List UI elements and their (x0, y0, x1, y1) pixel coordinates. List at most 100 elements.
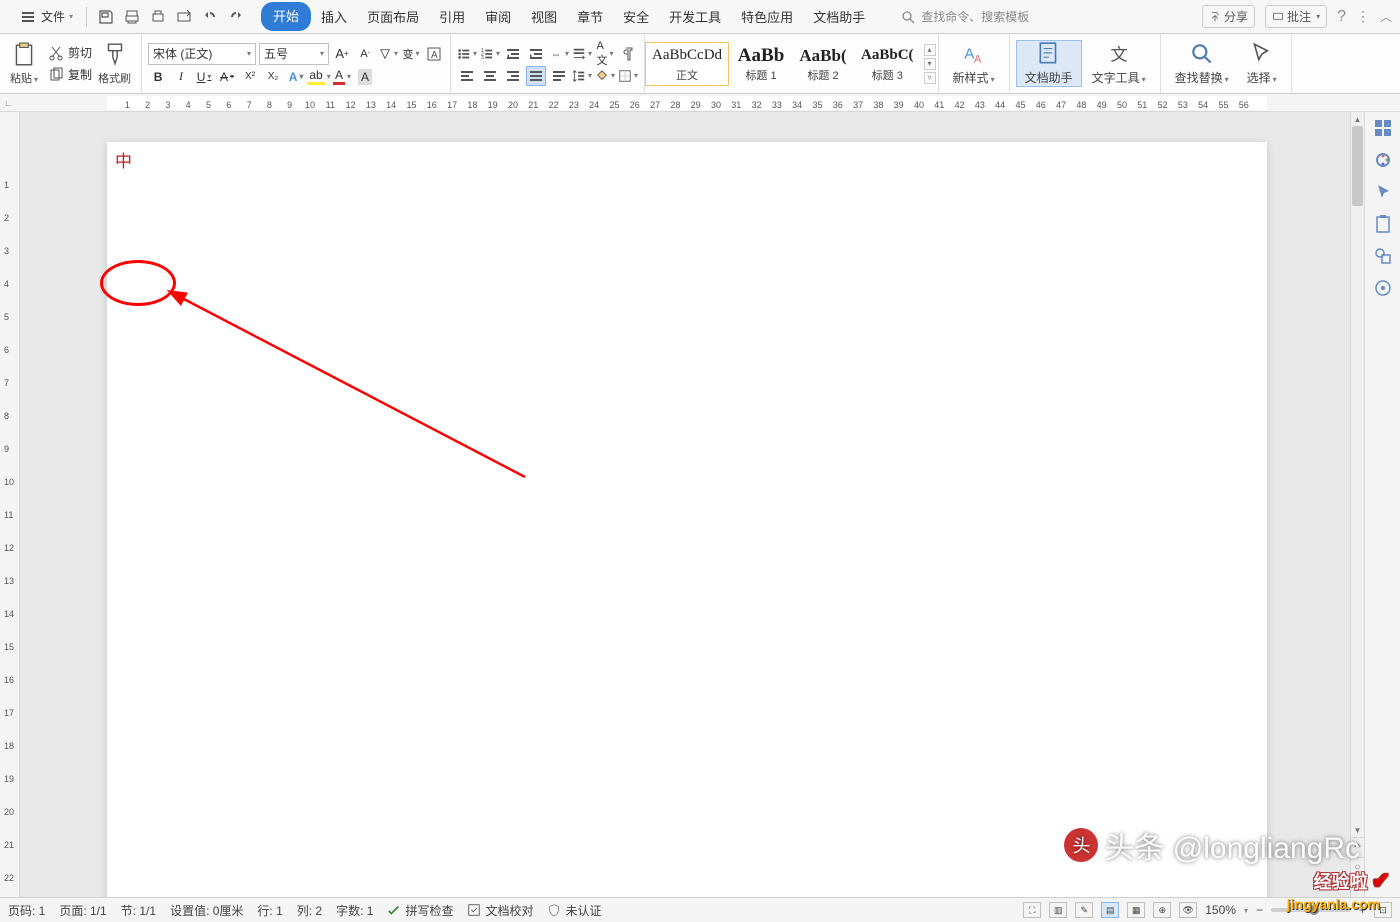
scroll-up-icon[interactable]: ▲ (1351, 112, 1364, 126)
status-pagecode[interactable]: 页码: 1 (8, 902, 45, 919)
superscript-icon[interactable]: X² (240, 67, 260, 87)
next-page-icon[interactable]: 🞃 (1351, 877, 1364, 897)
help-icon[interactable]: ? (1337, 8, 1346, 26)
annotate-button[interactable]: 批注 (1265, 5, 1327, 28)
shading-icon[interactable] (595, 66, 615, 86)
subscript-icon[interactable]: X₂ (263, 67, 283, 87)
style-h1[interactable]: AaBb标题 1 (731, 43, 791, 85)
font-color-icon[interactable]: A (332, 67, 352, 87)
status-wordcount[interactable]: 字数: 1 (336, 902, 373, 919)
align-distribute-icon[interactable] (549, 66, 569, 86)
format-painter-button[interactable]: 格式刷 (94, 42, 135, 86)
italic-icon[interactable]: I (171, 67, 191, 87)
share-button[interactable]: 分享 (1202, 5, 1255, 28)
zoom-value[interactable]: 150% (1205, 903, 1236, 917)
tab-view[interactable]: 视图 (521, 2, 567, 31)
bullets-icon[interactable] (457, 44, 477, 64)
new-style-button[interactable]: AA 新样式 (945, 41, 1003, 86)
copy-button[interactable]: 复制 (48, 65, 92, 85)
shrink-font-icon[interactable]: A- (355, 44, 375, 64)
undo-icon[interactable] (202, 9, 218, 25)
status-line[interactable]: 行: 1 (257, 902, 282, 919)
font-name-combo[interactable]: 宋体 (正文)▾ (148, 43, 256, 65)
view-web-icon[interactable]: ▦ (1127, 902, 1145, 918)
prev-page-icon[interactable]: 🞁 (1351, 837, 1364, 857)
align-right-icon[interactable] (503, 66, 523, 86)
grow-font-icon[interactable]: A+ (332, 44, 352, 64)
char-border-icon[interactable]: A (424, 44, 444, 64)
char-scale-icon[interactable]: ⇔ (549, 44, 569, 64)
view-print-icon[interactable]: ▥ (1049, 902, 1067, 918)
doc-helper-button[interactable]: 文档助手 (1016, 40, 1082, 87)
tab-review[interactable]: 审阅 (475, 2, 521, 31)
numbering-icon[interactable]: 123 (480, 44, 500, 64)
char-shading-icon[interactable]: A (355, 67, 375, 87)
view-reading-icon[interactable]: ⊕ (1153, 902, 1171, 918)
status-position[interactable]: 设置值: 0厘米 (170, 902, 243, 919)
text-effect-icon[interactable]: A (286, 67, 306, 87)
tab-section[interactable]: 章节 (567, 2, 613, 31)
file-menu[interactable]: 文件 ▾ (8, 4, 80, 29)
scroll-thumb[interactable] (1352, 126, 1363, 206)
zoom-in-icon[interactable]: + (1359, 903, 1366, 917)
goto-icon[interactable]: ○ (1351, 857, 1364, 877)
style-h3[interactable]: AaBbC(标题 3 (855, 43, 920, 85)
status-proof[interactable]: 文档校对 (467, 902, 533, 919)
view-outline-icon[interactable]: ✎ (1075, 902, 1093, 918)
borders-icon[interactable] (618, 66, 638, 86)
select-button[interactable]: 选择 (1239, 41, 1285, 86)
tabs-icon[interactable] (572, 44, 592, 64)
text-tools-button[interactable]: 文 文字工具 (1084, 41, 1154, 86)
tab-start[interactable]: 开始 (261, 2, 311, 31)
status-spellcheck[interactable]: 拼写检查 (387, 902, 453, 919)
status-section[interactable]: 节: 1/1 (121, 902, 156, 919)
view-page-icon[interactable]: ▤ (1101, 902, 1119, 918)
strike-icon[interactable]: A (217, 67, 237, 87)
align-center-icon[interactable] (480, 66, 500, 86)
sidepanel-clipboard-icon[interactable] (1373, 214, 1393, 234)
print-direct-icon[interactable] (176, 9, 192, 25)
font-size-combo[interactable]: 五号▾ (259, 43, 329, 65)
sidepanel-property-icon[interactable] (1373, 278, 1393, 298)
print-icon[interactable] (150, 9, 166, 25)
style-scroll[interactable]: ▴▾▿ (922, 44, 938, 84)
vertical-scrollbar[interactable]: ▲ ▼ 🞁 ○ 🞃 (1350, 112, 1364, 897)
fullscreen-icon[interactable]: ⛶ (1023, 902, 1041, 918)
dec-indent-icon[interactable] (503, 44, 523, 64)
horizontal-ruler[interactable]: ∟ 12345678910111213141516171819202122232… (0, 94, 1400, 112)
status-page[interactable]: 页面: 1/1 (59, 902, 106, 919)
highlight-icon[interactable]: ab (309, 67, 329, 87)
tab-dev[interactable]: 开发工具 (659, 2, 731, 31)
align-left-icon[interactable] (457, 66, 477, 86)
show-marks-icon[interactable] (618, 44, 638, 64)
sidepanel-style-icon[interactable] (1373, 150, 1393, 170)
view-eye-icon[interactable]: 👁 (1179, 902, 1197, 918)
print-preview-icon[interactable] (124, 9, 140, 25)
sidepanel-select-icon[interactable] (1373, 182, 1393, 202)
search-commands[interactable]: 查找命令、搜索模板 (895, 8, 1029, 25)
style-h2[interactable]: AaBb(标题 2 (793, 43, 853, 85)
tab-special[interactable]: 特色应用 (731, 2, 803, 31)
tab-security[interactable]: 安全 (613, 2, 659, 31)
zoom-slider[interactable] (1271, 908, 1351, 912)
tab-insert[interactable]: 插入 (311, 2, 357, 31)
redo-icon[interactable] (228, 9, 244, 25)
tab-dochelper[interactable]: 文档助手 (803, 2, 875, 31)
scroll-down-icon[interactable]: ▼ (1351, 823, 1364, 837)
vertical-ruler[interactable]: 1234567891011121314151617181920212223 (0, 112, 20, 897)
more-icon[interactable]: ⋮ (1356, 8, 1370, 25)
pinyin-icon[interactable]: 变 (401, 44, 421, 64)
find-replace-button[interactable]: 查找替换 (1167, 41, 1237, 86)
document-area[interactable]: 中 (20, 112, 1350, 897)
align-justify-icon[interactable] (526, 66, 546, 86)
sort-icon[interactable]: A文 (595, 44, 615, 64)
sidepanel-toolbox-icon[interactable] (1373, 118, 1393, 138)
page[interactable]: 中 (107, 142, 1267, 897)
clear-format-icon[interactable] (378, 44, 398, 64)
bold-icon[interactable]: B (148, 67, 168, 87)
paste-button[interactable]: 粘贴 (6, 42, 42, 86)
tab-reference[interactable]: 引用 (429, 2, 475, 31)
underline-icon[interactable]: U (194, 67, 214, 87)
status-column[interactable]: 列: 2 (297, 902, 322, 919)
zoom-fit-icon[interactable]: ⊡ (1374, 902, 1392, 918)
